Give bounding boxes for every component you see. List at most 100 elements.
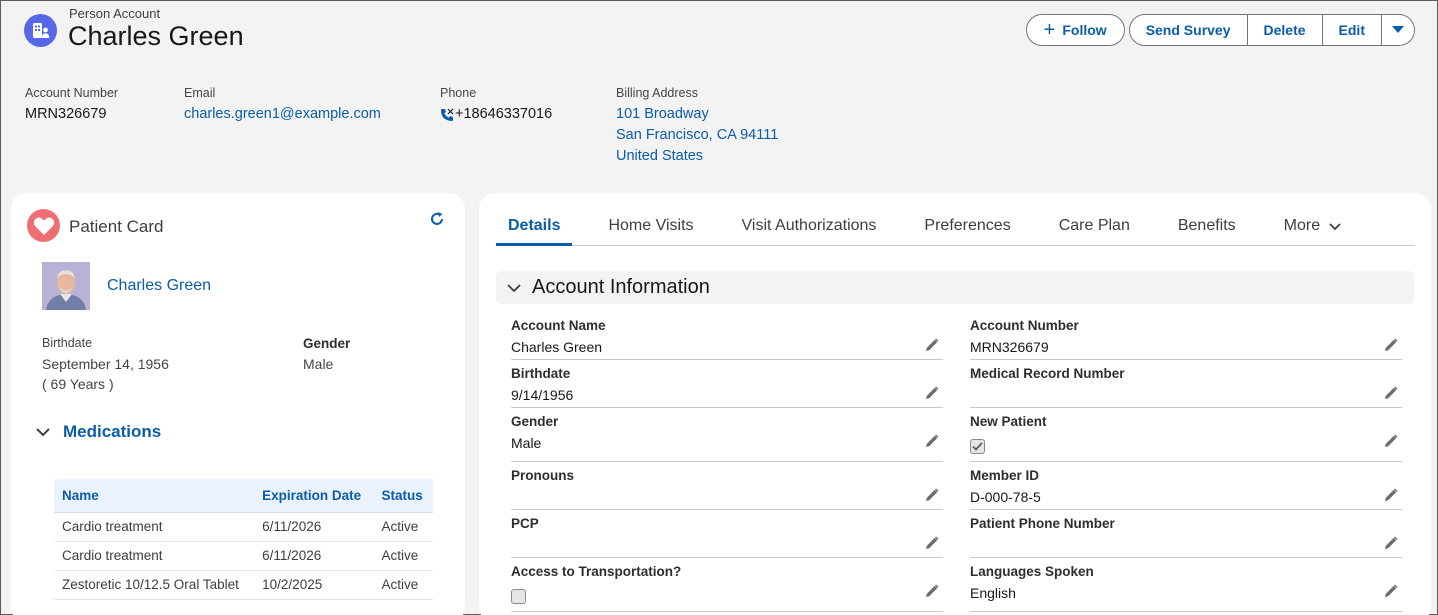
edit-pencil-icon[interactable] xyxy=(1384,584,1398,598)
edit-pencil-icon[interactable] xyxy=(925,386,939,400)
field-label: Languages Spoken xyxy=(970,564,1094,579)
medication-name: Cardio treatment xyxy=(54,512,255,542)
medications-section-toggle[interactable]: Medications xyxy=(35,422,161,442)
highlight-account-number: Account Number MRN326679 xyxy=(25,86,118,125)
column-header-status[interactable]: Status xyxy=(373,479,433,513)
billing-address-label: Billing Address xyxy=(616,86,698,100)
checkmark-icon xyxy=(972,442,983,451)
edit-pencil-icon[interactable] xyxy=(1384,536,1398,550)
tab-home-visits[interactable]: Home Visits xyxy=(596,207,705,246)
edit-pencil-icon[interactable] xyxy=(925,488,939,502)
edit-pencil-icon[interactable] xyxy=(1384,434,1398,448)
medication-expiration: 6/11/2026 xyxy=(254,541,374,571)
phone-number: +18646337016 xyxy=(455,106,553,122)
patient-name-link[interactable]: Charles Green xyxy=(107,277,211,295)
refresh-icon[interactable] xyxy=(429,211,445,227)
patient-card: Patient Card Charles Green Birthdate Sep… xyxy=(11,193,465,615)
edit-pencil-icon[interactable] xyxy=(1384,386,1398,400)
field-value: Charles Green xyxy=(511,339,603,355)
gender-field: Gender Male xyxy=(303,336,350,374)
edit-pencil-icon[interactable] xyxy=(925,338,939,352)
field-value: Male xyxy=(511,435,542,451)
gender-label: Gender xyxy=(303,336,351,351)
send-survey-button[interactable]: Send Survey xyxy=(1128,14,1248,46)
chevron-down-icon xyxy=(1392,26,1404,33)
medications-title: Medications xyxy=(63,422,162,441)
new-patient-checkbox[interactable] xyxy=(970,439,985,454)
medications-table: Name Expiration Date Status Cardio treat… xyxy=(54,479,433,600)
table-row: Zestoretic 10/12.5 Oral Tablet 10/2/2025… xyxy=(54,570,433,600)
tab-care-plan[interactable]: Care Plan xyxy=(1047,207,1142,246)
edit-pencil-icon[interactable] xyxy=(1384,338,1398,352)
email-link[interactable]: charles.green1@example.com xyxy=(184,104,381,125)
field-value: 9/14/1956 xyxy=(511,387,574,403)
follow-button[interactable]: + Follow xyxy=(1025,14,1125,46)
card-title: Patient Card xyxy=(69,217,164,236)
edit-pencil-icon[interactable] xyxy=(1384,488,1398,502)
highlight-billing-address: Billing Address 101 Broadway San Francis… xyxy=(616,86,778,167)
field-pronouns: Pronouns xyxy=(511,468,943,510)
tab-benefits[interactable]: Benefits xyxy=(1166,207,1248,246)
birthdate-value: September 14, 1956 xyxy=(42,356,169,372)
field-label: Patient Phone Number xyxy=(970,516,1115,531)
more-actions-button[interactable] xyxy=(1382,14,1415,46)
tab-more[interactable]: More xyxy=(1272,207,1354,246)
edit-button[interactable]: Edit xyxy=(1322,14,1382,46)
delete-button[interactable]: Delete xyxy=(1247,14,1323,46)
billing-line-2[interactable]: San Francisco, CA 94111 xyxy=(616,125,778,146)
account-number-label: Account Number xyxy=(25,86,119,100)
chevron-down-icon xyxy=(36,428,50,437)
action-buttons: + Follow Send Survey Delete Edit xyxy=(1025,14,1415,46)
field-account-number: Account Number MRN326679 xyxy=(970,318,1402,360)
section-title: Account Information xyxy=(532,276,710,298)
field-gender: Gender Male xyxy=(511,414,943,462)
billing-line-1[interactable]: 101 Broadway xyxy=(616,104,778,125)
highlight-phone: Phone +18646337016 xyxy=(440,86,552,125)
field-value: D-000-78-5 xyxy=(970,489,1041,505)
field-value: MRN326679 xyxy=(970,339,1049,355)
tab-more-label: More xyxy=(1283,217,1321,234)
edit-pencil-icon[interactable] xyxy=(925,434,939,448)
field-label: Account Name xyxy=(511,318,606,333)
gender-value: Male xyxy=(303,356,334,372)
medication-name: Cardio treatment xyxy=(54,541,255,571)
follow-label: Follow xyxy=(1062,22,1107,38)
phone-value[interactable]: +18646337016 xyxy=(440,104,552,125)
email-label: Email xyxy=(184,86,216,100)
field-label: Access to Transportation? xyxy=(511,564,682,579)
field-patient-phone-number: Patient Phone Number xyxy=(970,516,1402,558)
tab-visit-authorizations[interactable]: Visit Authorizations xyxy=(730,207,889,246)
field-label: Member ID xyxy=(970,468,1040,483)
chevron-down-icon xyxy=(1329,223,1341,231)
phone-label: Phone xyxy=(440,86,477,100)
column-header-name[interactable]: Name xyxy=(54,479,255,513)
field-label: New Patient xyxy=(970,414,1047,429)
account-information-section-toggle[interactable]: Account Information xyxy=(496,271,1414,304)
billing-line-3[interactable]: United States xyxy=(616,146,778,167)
field-account-name: Account Name Charles Green xyxy=(511,318,943,360)
page-title: Charles Green xyxy=(68,21,244,51)
medication-expiration: 6/11/2026 xyxy=(254,512,374,542)
person-account-icon xyxy=(24,14,57,47)
edit-pencil-icon[interactable] xyxy=(925,536,939,550)
object-type-label: Person Account xyxy=(69,6,161,21)
column-header-expiration[interactable]: Expiration Date xyxy=(254,479,374,513)
edit-pencil-icon[interactable] xyxy=(925,584,939,598)
plus-icon: + xyxy=(1043,19,1056,41)
tab-preferences[interactable]: Preferences xyxy=(912,207,1022,246)
birthdate-label: Birthdate xyxy=(42,336,93,350)
field-medical-record-number: Medical Record Number xyxy=(970,366,1402,408)
field-new-patient: New Patient xyxy=(970,414,1402,462)
field-value: English xyxy=(970,585,1016,601)
field-birthdate: Birthdate 9/14/1956 xyxy=(511,366,943,408)
transportation-checkbox[interactable] xyxy=(511,589,526,604)
record-header: Person Account Charles Green + Follow Se… xyxy=(1,1,1437,191)
field-label: Medical Record Number xyxy=(970,366,1125,381)
field-languages-spoken: Languages Spoken English xyxy=(970,564,1402,612)
tab-details[interactable]: Details xyxy=(496,207,573,246)
tab-bar: Details Home Visits Visit Authorizations… xyxy=(496,207,1415,246)
chevron-down-icon xyxy=(507,283,521,292)
table-row: Cardio treatment 6/11/2026 Active xyxy=(54,541,433,571)
highlight-email: Email charles.green1@example.com xyxy=(184,86,381,125)
table-row: Cardio treatment 6/11/2026 Active xyxy=(54,512,433,542)
